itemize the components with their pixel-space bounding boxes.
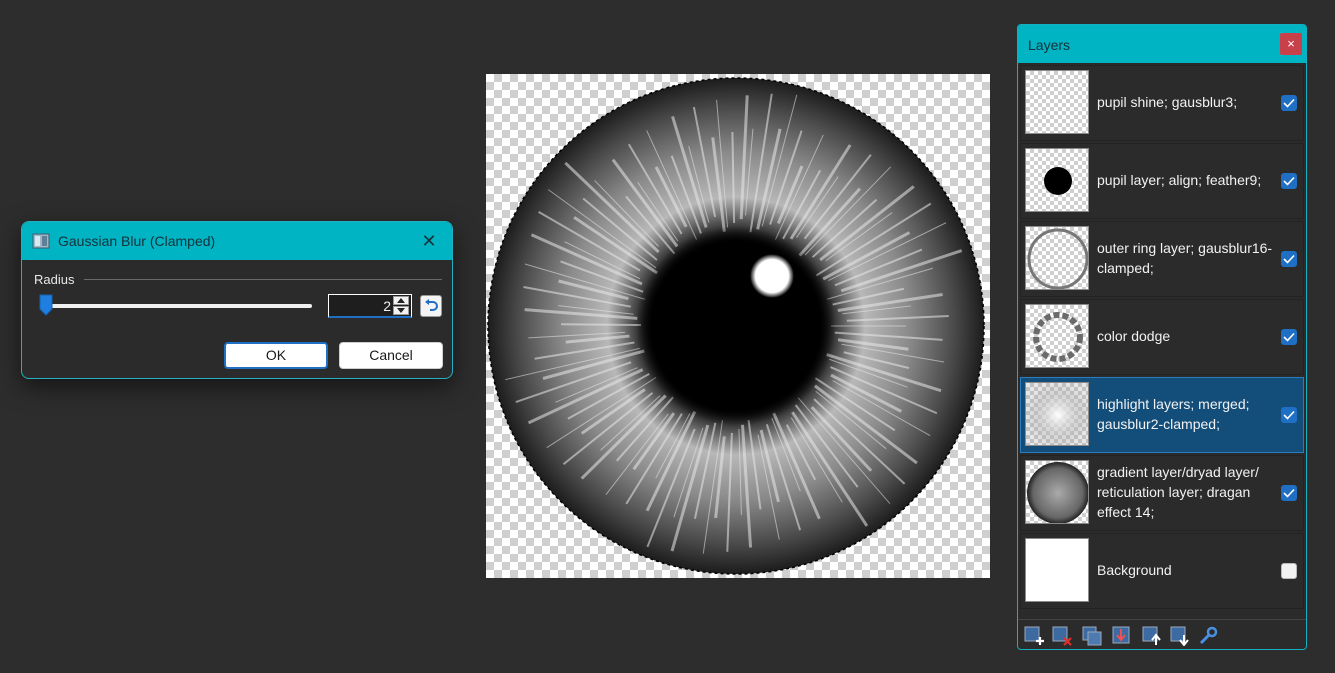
radius-spinner: [393, 296, 409, 316]
reset-button[interactable]: [420, 295, 442, 317]
layer-row[interactable]: color dodge: [1020, 299, 1304, 375]
layer-thumbnail: [1025, 148, 1089, 212]
dialog-titlebar[interactable]: Gaussian Blur (Clamped) ✕: [22, 222, 452, 260]
checkmark-icon: [1283, 410, 1295, 420]
layer-name: gradient layer/dryad layer/ reticulation…: [1097, 464, 1259, 520]
close-icon[interactable]: ✕: [416, 228, 442, 254]
visibility-checkbox[interactable]: [1281, 251, 1297, 267]
move-layer-down-icon[interactable]: [1170, 626, 1190, 647]
layer-thumbnail: [1025, 70, 1089, 134]
duplicate-layer-icon[interactable]: [1082, 626, 1102, 646]
spin-up-button[interactable]: [393, 296, 409, 305]
spin-down-button[interactable]: [393, 306, 409, 315]
visibility-checkbox[interactable]: [1281, 563, 1297, 579]
gaussian-blur-dialog: Gaussian Blur (Clamped) ✕ Radius 2 OK Ca…: [21, 221, 453, 379]
layer-thumbnail: [1025, 382, 1089, 446]
iris-fiber: [560, 323, 642, 327]
checkmark-icon: [1283, 98, 1295, 108]
layer-name: color dodge: [1097, 328, 1171, 344]
undo-icon: [425, 299, 438, 311]
layers-panel: Layers × pupil shine; gausblur3; pupil l…: [1017, 24, 1307, 650]
close-icon[interactable]: ×: [1280, 33, 1302, 55]
layer-name: pupil layer; align; feather9;: [1097, 172, 1262, 188]
radius-label: Radius: [34, 272, 75, 287]
checkmark-icon: [1283, 176, 1295, 186]
checkmark-icon: [1283, 488, 1295, 498]
radius-slider-thumb[interactable]: [39, 294, 53, 316]
group-divider: [84, 279, 442, 280]
layers-titlebar[interactable]: Layers ×: [1018, 25, 1306, 63]
add-layer-icon[interactable]: [1024, 626, 1044, 646]
eye-image: [487, 77, 985, 575]
layer-list: pupil shine; gausblur3; pupil layer; ali…: [1020, 65, 1304, 617]
layer-thumbnail: [1025, 460, 1089, 524]
layer-thumbnail: [1025, 304, 1089, 368]
layer-name: pupil shine; gausblur3;: [1097, 94, 1238, 110]
layer-row[interactable]: pupil layer; align; feather9;: [1020, 143, 1304, 219]
merge-down-icon[interactable]: [1112, 626, 1132, 646]
radius-input[interactable]: 2: [328, 294, 412, 318]
cancel-button[interactable]: Cancel: [339, 342, 443, 369]
layers-toolbar: [1018, 619, 1306, 649]
layer-row[interactable]: Background: [1020, 533, 1304, 609]
radius-value[interactable]: 2: [383, 298, 391, 314]
layer-row-selected[interactable]: highlight layers; merged; gausblur2-clam…: [1020, 377, 1304, 453]
layers-title: Layers: [1028, 37, 1071, 53]
effect-icon: [32, 232, 50, 250]
layer-row[interactable]: outer ring layer; gausblur16-clamped;: [1020, 221, 1304, 297]
visibility-checkbox[interactable]: [1281, 407, 1297, 423]
dialog-title: Gaussian Blur (Clamped): [58, 233, 216, 249]
layer-name: outer ring layer; gausblur16-clamped;: [1097, 240, 1273, 276]
move-layer-up-icon[interactable]: [1142, 626, 1162, 646]
layer-row[interactable]: gradient layer/dryad layer/ reticulation…: [1020, 455, 1304, 531]
checkmark-icon: [1283, 332, 1295, 342]
layer-properties-icon[interactable]: [1198, 626, 1218, 646]
checkmark-icon: [1283, 254, 1295, 264]
layer-row[interactable]: pupil shine; gausblur3;: [1020, 65, 1304, 141]
layer-name: Background: [1097, 562, 1172, 578]
chevron-down-icon: [397, 308, 405, 313]
visibility-checkbox[interactable]: [1281, 173, 1297, 189]
image-canvas[interactable]: [486, 74, 990, 578]
delete-layer-icon[interactable]: [1052, 626, 1072, 646]
layer-thumbnail: [1025, 226, 1089, 290]
visibility-checkbox[interactable]: [1281, 329, 1297, 345]
chevron-up-icon: [397, 298, 405, 303]
visibility-checkbox[interactable]: [1281, 95, 1297, 111]
visibility-checkbox[interactable]: [1281, 485, 1297, 501]
radius-slider-track[interactable]: [40, 304, 312, 308]
layer-name: highlight layers; merged; gausblur2-clam…: [1097, 396, 1250, 432]
ok-button[interactable]: OK: [224, 342, 328, 369]
layer-thumbnail: [1025, 538, 1089, 602]
